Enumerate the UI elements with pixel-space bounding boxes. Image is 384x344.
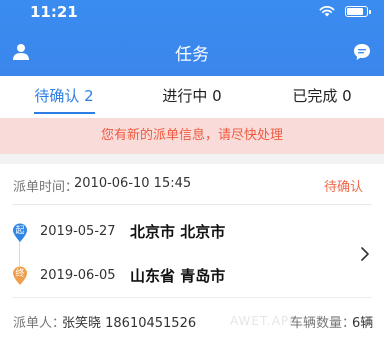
tab-completed[interactable]: 已完成 0 [272,76,372,118]
tab-in-progress[interactable]: 进行中 0 [142,76,242,118]
header-bar: 11:21 任务 [0,0,384,76]
start-pin-label: 起 [15,226,25,236]
chevron-right-icon[interactable] [360,247,370,261]
active-tab-indicator [34,112,95,114]
status-bar-time: 11:21 [30,3,78,21]
end-city: 山东省 青岛市 [130,267,226,285]
dispatcher-label: 派单人： [13,316,66,331]
end-date: 2019-06-05 [40,268,116,283]
vehicle-count-value: 6辆 [352,316,374,331]
battery-icon [345,6,371,17]
start-date: 2019-05-27 [40,224,116,239]
dispatch-time-label: 派单时间： [13,180,79,195]
page-title: 任务 [175,45,209,65]
vehicle-count-label: 车辆数量： [290,316,356,331]
new-order-notice: 您有新的派单信息，请尽快处理 [0,118,384,154]
end-pin-label: 终 [15,269,25,279]
chat-icon[interactable] [352,42,372,62]
order-card[interactable]: 派单时间： 2010-06-10 15:45 待确认 起 2019-05-27 … [0,164,384,344]
divider [12,204,372,205]
wifi-icon [319,6,335,17]
start-pin-icon: 起 [12,223,28,243]
dispatcher-value: 张笑晓 18610451526 [62,316,197,331]
order-status: 待确认 [324,180,364,195]
start-city: 北京市 北京市 [130,223,226,241]
watermark: AWET.APP [230,314,298,328]
end-pin-icon: 终 [12,266,28,286]
dispatch-time-value: 2010-06-10 15:45 [74,176,192,191]
divider [12,297,372,298]
